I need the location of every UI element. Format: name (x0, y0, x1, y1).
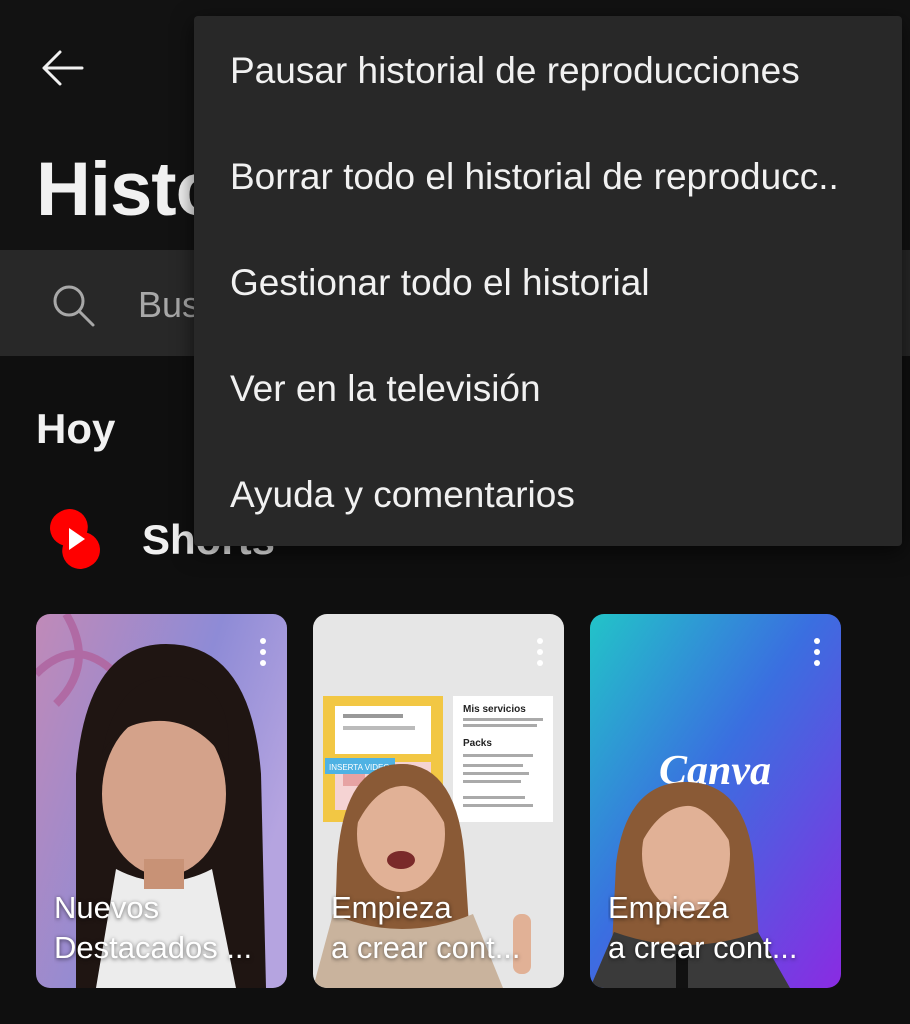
shorts-logo-icon (44, 505, 106, 573)
overflow-menu: Pausar historial de reproducciones Borra… (194, 16, 902, 546)
caption-line-2: a crear cont... (608, 930, 798, 965)
more-vert-icon[interactable] (536, 638, 544, 666)
short-card[interactable]: Canva Empieza a crear cont... (590, 614, 841, 988)
thumbnail-heading: Mis servicios (463, 704, 526, 715)
section-heading-today: Hoy (36, 405, 116, 452)
more-vert-icon[interactable] (813, 638, 821, 666)
short-card[interactable]: INSERTA VIDEO Mis servicios Packs Empiez… (313, 614, 564, 988)
more-vert-icon[interactable] (259, 638, 267, 666)
caption-line-2: Destacados ... (54, 930, 253, 965)
menu-item-clear-history[interactable]: Borrar todo el historial de reproducc.. (230, 124, 880, 230)
short-caption: Nuevos Destacados ... (54, 888, 273, 968)
caption-line-1: Nuevos (54, 890, 160, 925)
short-caption: Empieza a crear cont... (331, 888, 550, 968)
caption-line-1: Empieza (608, 890, 729, 925)
menu-item-help-feedback[interactable]: Ayuda y comentarios (230, 442, 880, 548)
caption-line-2: a crear cont... (331, 930, 521, 965)
thumbnail-packs: Packs (463, 738, 492, 749)
short-card[interactable]: Nuevos Destacados ... (36, 614, 287, 988)
arrow-left-icon (42, 50, 84, 86)
menu-item-manage-history[interactable]: Gestionar todo el historial (230, 230, 880, 336)
search-icon[interactable] (50, 282, 96, 328)
back-button[interactable] (38, 46, 86, 94)
short-caption: Empieza a crear cont... (608, 888, 827, 968)
menu-item-pause-history[interactable]: Pausar historial de reproducciones (230, 18, 880, 124)
menu-item-watch-on-tv[interactable]: Ver en la televisión (230, 336, 880, 442)
caption-line-1: Empieza (331, 890, 452, 925)
